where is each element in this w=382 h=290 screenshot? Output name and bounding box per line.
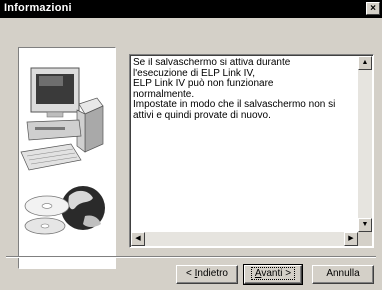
arrow-down-icon: ▼ — [361, 221, 369, 228]
button-separator — [6, 256, 376, 258]
cancel-label: Annulla — [326, 268, 360, 279]
cancel-button[interactable]: Annulla — [312, 265, 374, 284]
arrow-left-icon: ◀ — [135, 235, 141, 242]
info-message: Se il salvaschermo si attiva durante l'e… — [133, 58, 336, 121]
arrow-up-icon: ▲ — [361, 59, 369, 66]
window-title: Informazioni — [4, 2, 72, 14]
computer-with-cds-icon — [20, 67, 105, 235]
close-icon: × — [370, 3, 376, 14]
information-dialog: Informazioni × Se il salvaschermo si att… — [0, 0, 382, 290]
next-label: Avanti > — [250, 267, 296, 280]
scrollbar-corner — [358, 232, 372, 246]
vertical-scrollbar[interactable]: ▲ ▼ — [358, 56, 372, 232]
scroll-right-button[interactable]: ▶ — [344, 232, 358, 246]
horizontal-scrollbar[interactable]: ◀ ▶ — [131, 232, 358, 246]
info-text-box[interactable]: Se il salvaschermo si attiva durante l'e… — [129, 54, 374, 248]
close-button[interactable]: × — [366, 2, 380, 15]
back-label: < Indietro — [186, 268, 228, 279]
title-bar: Informazioni × — [0, 0, 382, 18]
scroll-left-button[interactable]: ◀ — [131, 232, 145, 246]
back-button[interactable]: < Indietro — [176, 265, 238, 284]
arrow-right-icon: ▶ — [348, 235, 354, 242]
wizard-illustration — [18, 47, 116, 269]
scroll-down-button[interactable]: ▼ — [358, 218, 372, 232]
next-button[interactable]: Avanti > — [243, 264, 303, 285]
scroll-up-button[interactable]: ▲ — [358, 56, 372, 70]
